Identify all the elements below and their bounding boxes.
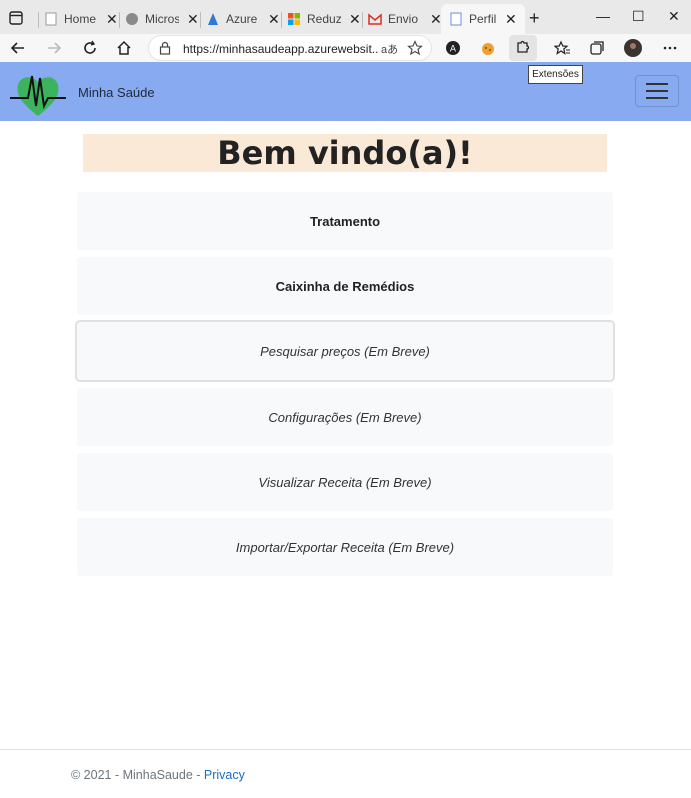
page-icon xyxy=(44,12,58,26)
page-icon xyxy=(449,12,463,26)
close-window-icon[interactable]: ✕ xyxy=(668,8,680,25)
profile-avatar-icon[interactable] xyxy=(623,38,643,58)
favorites-icon[interactable] xyxy=(552,38,572,58)
medicine-box-button[interactable]: Caixinha de Remédios xyxy=(77,257,613,315)
extensions-button[interactable] xyxy=(509,35,537,61)
close-icon[interactable]: ✕ xyxy=(187,11,199,28)
windows-icon xyxy=(287,12,301,26)
browser-tab[interactable]: Envio ✕ xyxy=(362,4,442,34)
extensions-tooltip: Extensões xyxy=(528,65,583,84)
navbar-toggler-button[interactable] xyxy=(635,75,679,107)
footer: © 2021 - MinhaSaude - Privacy xyxy=(71,768,245,782)
forward-icon[interactable] xyxy=(44,38,64,58)
new-tab-icon[interactable]: + xyxy=(529,8,540,29)
browser-tab[interactable]: Home ✕ xyxy=(38,4,118,34)
favorite-star-icon[interactable] xyxy=(407,40,423,61)
copyright-text: © 2021 - MinhaSaude - xyxy=(71,768,204,782)
url-text[interactable]: https://minhasaudeapp.azurewebsit... xyxy=(183,42,379,56)
tab-title: Home xyxy=(64,12,97,26)
welcome-heading: Bem vindo(a)! xyxy=(83,134,607,172)
settings-button[interactable]: Configurações (Em Breve) xyxy=(77,388,613,446)
close-icon[interactable]: ✕ xyxy=(106,11,118,28)
back-icon[interactable] xyxy=(8,38,28,58)
close-icon[interactable]: ✕ xyxy=(349,11,361,28)
maximize-icon[interactable]: ☐ xyxy=(632,8,645,25)
more-options-icon[interactable] xyxy=(660,38,680,58)
home-icon[interactable] xyxy=(114,38,134,58)
search-prices-button[interactable]: Pesquisar preços (Em Breve) xyxy=(75,320,615,382)
brand-name[interactable]: Minha Saúde xyxy=(78,85,155,100)
refresh-icon[interactable] xyxy=(80,38,100,58)
tab-title: Micros xyxy=(145,12,179,26)
svg-text:A: A xyxy=(450,45,457,55)
footer-divider xyxy=(0,749,691,750)
tab-actions-icon[interactable] xyxy=(6,8,26,28)
privacy-link[interactable]: Privacy xyxy=(204,768,245,782)
heart-logo-icon[interactable] xyxy=(10,68,66,118)
tab-title: Envio xyxy=(388,12,419,26)
minimize-icon[interactable]: — xyxy=(596,8,610,24)
close-icon[interactable]: ✕ xyxy=(505,11,517,28)
microsoft-icon xyxy=(125,12,139,26)
extension-a-icon[interactable]: A xyxy=(443,38,463,58)
browser-tab-bar: Home ✕ Micros ✕ Azure ✕ Reduz ✕ Envio ✕ … xyxy=(0,0,691,34)
close-icon[interactable]: ✕ xyxy=(268,11,280,28)
browser-tab[interactable]: Azure ✕ xyxy=(200,4,280,34)
address-bar[interactable]: https://minhasaudeapp.azurewebsit... aあ xyxy=(148,35,432,61)
tab-title: Azure xyxy=(226,12,258,26)
hamburger-line xyxy=(646,90,668,92)
treatment-button[interactable]: Tratamento xyxy=(77,192,613,250)
hamburger-line xyxy=(646,97,668,99)
extension-cookie-icon[interactable] xyxy=(478,38,498,58)
import-export-prescription-button[interactable]: Importar/Exportar Receita (Em Breve) xyxy=(77,518,613,576)
azure-icon xyxy=(206,12,220,26)
browser-toolbar: https://minhasaudeapp.azurewebsit... aあ … xyxy=(0,34,691,62)
puzzle-icon xyxy=(515,38,531,59)
browser-tab-active[interactable]: Perfil P ✕ xyxy=(441,4,525,34)
app-navbar: Minha Saúde xyxy=(0,62,691,121)
browser-tab[interactable]: Micros ✕ xyxy=(119,4,199,34)
hamburger-line xyxy=(646,83,668,85)
read-aloud-icon[interactable]: aあ xyxy=(381,41,398,57)
tab-title: Reduz xyxy=(307,12,341,26)
view-prescription-button[interactable]: Visualizar Receita (Em Breve) xyxy=(77,453,613,511)
close-icon[interactable]: ✕ xyxy=(430,11,442,28)
collections-icon[interactable] xyxy=(587,38,607,58)
gmail-icon xyxy=(368,12,382,26)
browser-tab[interactable]: Reduz ✕ xyxy=(281,4,361,34)
lock-icon[interactable] xyxy=(159,41,171,60)
tab-title: Perfil P xyxy=(469,12,497,26)
